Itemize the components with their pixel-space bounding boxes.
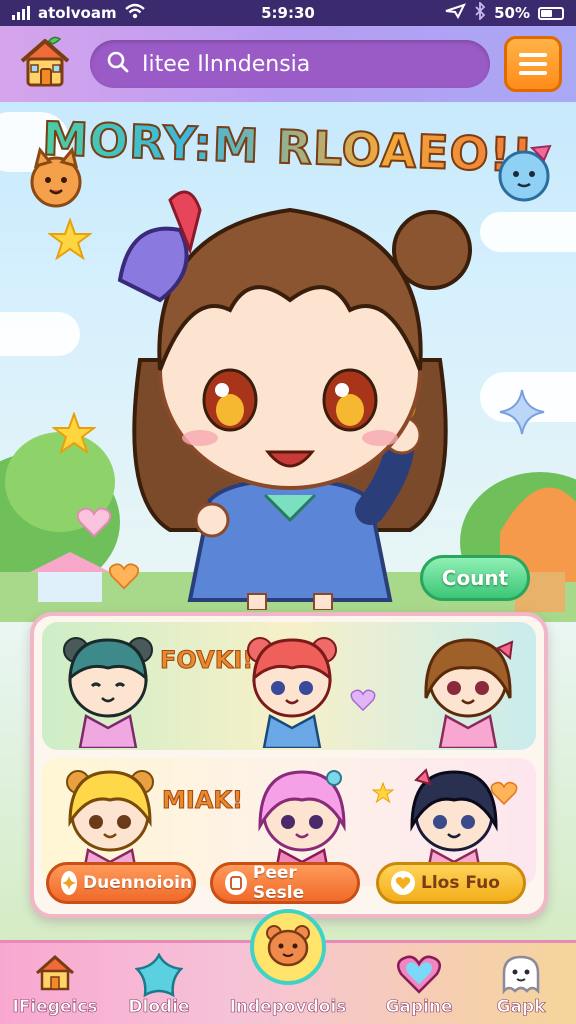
nav-item-gapine[interactable]: Gapine — [364, 949, 474, 1024]
menu-line — [519, 62, 547, 66]
star-icon — [51, 411, 97, 460]
search-input[interactable] — [142, 51, 474, 77]
row-label: MIAK! — [162, 786, 244, 815]
signal-icon — [12, 6, 30, 20]
top-bar — [0, 26, 576, 102]
battery-percent: 50% — [494, 4, 530, 22]
search-icon — [106, 50, 130, 78]
menu-line — [519, 53, 547, 57]
character-roster-panel: FOVKI! MIAK! Duennoioin Peer Sesle Llos … — [30, 612, 548, 918]
action-button-label: Llos Fuo — [421, 873, 500, 893]
main-character[interactable] — [100, 170, 480, 610]
bird-mascot-icon — [488, 136, 560, 212]
action-button-label: Duennoioin — [83, 873, 193, 893]
status-right: 50% — [444, 0, 564, 24]
card-icon — [225, 871, 247, 895]
action-button-label: Peer Sesle — [252, 863, 305, 903]
bottom-nav: IFiegeics Dlodie Indepovdois Gapine Gapk — [0, 909, 576, 1024]
house-icon — [16, 35, 74, 93]
character-card[interactable] — [242, 628, 342, 748]
carrier-name: atolvoam — [38, 4, 117, 22]
battery-level — [541, 9, 552, 17]
count-button[interactable]: Count — [420, 555, 530, 601]
ghost-icon — [498, 953, 544, 999]
heart-icon — [391, 871, 415, 895]
menu-button[interactable] — [504, 36, 562, 92]
roster-row: FOVKI! — [42, 622, 536, 750]
character-card[interactable] — [58, 628, 158, 748]
sparkle-icon — [61, 871, 77, 895]
bluetooth-icon — [474, 0, 486, 24]
nav-label: IFiegeics — [12, 997, 98, 1018]
fox-mascot-icon — [20, 142, 92, 218]
home-button[interactable] — [14, 35, 76, 93]
wifi-icon — [124, 3, 145, 23]
status-bar: atolvoam 5:9:30 50% — [0, 0, 576, 26]
star-icon — [134, 952, 184, 1001]
nav-label: Gapk — [496, 997, 546, 1018]
search-box[interactable] — [90, 40, 490, 88]
heart-icon — [396, 953, 442, 999]
action-button-llos-fuo[interactable]: Llos Fuo — [376, 862, 526, 904]
character-card[interactable] — [418, 628, 518, 748]
house-icon — [33, 953, 77, 997]
heart-icon — [350, 688, 376, 716]
hero-scene: MORY:M RLOAEO!! Count — [0, 102, 576, 622]
location-icon — [444, 3, 467, 23]
nav-label: Gapine — [385, 997, 453, 1018]
nav-item-iflegeics[interactable]: IFiegeics — [0, 949, 110, 1024]
heart-icon — [490, 780, 518, 810]
status-left: atolvoam — [12, 3, 145, 23]
action-button-peer-sesle[interactable]: Peer Sesle — [210, 862, 360, 904]
star-icon — [47, 217, 93, 266]
battery-icon — [538, 6, 564, 20]
status-time: 5:9:30 — [261, 4, 315, 22]
nav-label: Dlodie — [128, 997, 190, 1018]
star-icon — [371, 781, 395, 808]
nav-item-dlodie[interactable]: Dlodie — [104, 949, 214, 1024]
sparkle-icon — [498, 388, 546, 440]
nav-label: Indepovdois — [229, 997, 347, 1018]
row-label: FOVKI! — [159, 646, 254, 675]
nav-item-indepovdois[interactable]: Indepovdois — [228, 949, 348, 1024]
nav-item-gapk[interactable]: Gapk — [466, 949, 576, 1024]
action-button-duennoioin[interactable]: Duennoioin — [46, 862, 196, 904]
menu-line — [519, 71, 547, 75]
